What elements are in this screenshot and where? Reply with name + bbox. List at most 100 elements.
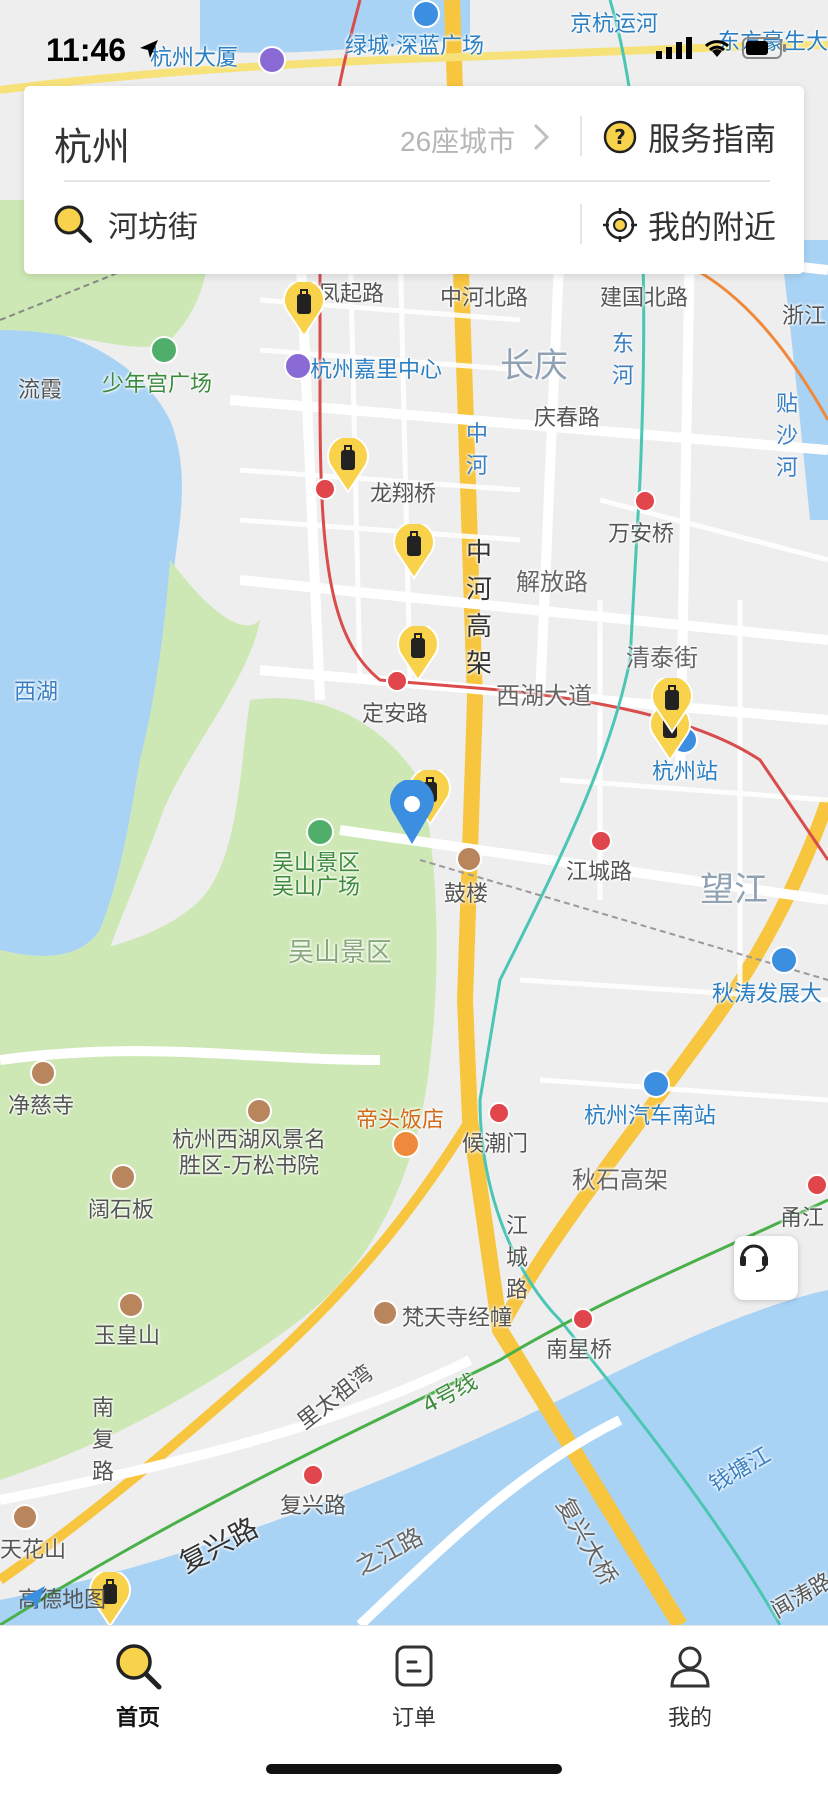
divider [580,116,582,156]
map-label: 南星桥 [546,1338,613,1363]
svg-text:?: ? [614,125,626,149]
landmark-icon [770,946,798,974]
map-label: 杭州汽车南站 [584,1104,717,1129]
wifi-icon [704,40,730,57]
map-label: 万安桥 [608,522,675,547]
map-label: 帝头饭店 [356,1108,445,1133]
map-label: 秋涛发展大 [712,982,823,1007]
tab-label: 我的 [667,1705,712,1730]
map-label: 定安路 [362,702,429,727]
map-label: 秋石高架 [572,1166,668,1194]
map-label: 贴沙河 [776,392,799,481]
map-label: 长庆 [500,346,568,386]
home-indicator[interactable] [266,1764,562,1774]
nearby-button[interactable]: 我的附近 [602,202,776,248]
map-label: 甬江 [780,1206,825,1231]
landmark-icon [118,1292,144,1318]
city-count[interactable]: 26座城市 [400,120,515,160]
tab-orders[interactable]: 订单 [334,1640,494,1732]
current-location-pin [390,780,434,844]
luggage-storage-pin[interactable] [392,524,436,580]
map-label: 复兴路 [280,1494,347,1519]
help-icon: ? [603,120,637,154]
landmark-icon [246,1098,272,1124]
search-icon [116,1644,162,1690]
map-label: 吴山景区 [288,938,393,968]
map-label: 浙江 [782,304,827,329]
map-label: 江城路 [506,1214,529,1303]
divider [580,204,582,244]
map-label: 玉皇山 [94,1324,161,1349]
map-label: 东河 [612,332,635,389]
map-label: 西湖大道 [496,682,592,710]
status-bar: 11:46 [0,28,828,68]
map-label: 龙翔桥 [370,482,437,507]
map-label: 少年宫广场 [102,372,213,397]
map-label: 梵天寺经幢 [402,1306,513,1331]
map-label: 流霞 [18,378,63,403]
customer-service-button[interactable] [734,1236,798,1300]
service-guide-button[interactable]: ? 服务指南 [602,114,776,160]
landmark-icon [372,1300,398,1326]
park-icon [306,818,334,846]
battery-icon [742,37,786,59]
map-label: 解放路 [516,568,588,596]
search-input[interactable]: 河坊街 [108,202,198,246]
metro-station-icon [634,490,656,512]
landmark-icon [12,1504,38,1530]
map-label: 南复路 [92,1396,115,1485]
metro-station-icon [488,1102,510,1124]
map-label: 鼓楼 [444,882,489,907]
map-label: 中河 [466,422,489,479]
map-label: 西湖 [14,680,59,705]
landmark-icon [412,0,440,28]
service-guide-label: 服务指南 [648,121,777,157]
tab-label: 订单 [391,1705,436,1730]
shopping-icon [284,352,312,380]
map-label: 中河高架 [466,538,493,679]
map-label: 凤起路 [318,282,385,307]
metro-station-icon [572,1308,594,1330]
map-label: 庆春路 [534,406,601,431]
amap-logo-icon [21,1586,45,1609]
luggage-storage-pin[interactable] [282,282,326,338]
nearby-label: 我的附近 [648,209,777,245]
metro-station-icon [590,830,612,852]
map-label: 清泰街 [626,644,698,672]
restaurant-icon [392,1130,420,1158]
map-attribution: 高德地图 [18,1582,106,1614]
map-label: 候潮门 [462,1132,529,1157]
map-label: 杭州嘉里中心 [310,358,443,383]
divider [64,180,770,182]
search-icon [54,205,92,243]
luggage-storage-pin[interactable] [396,626,440,682]
bus-station-icon [642,1070,670,1098]
tab-home[interactable]: 首页 [58,1640,218,1732]
luggage-storage-pin[interactable] [326,438,370,494]
luggage-storage-pin[interactable] [650,678,694,734]
map-label: 天花山 [0,1538,67,1563]
cellular-signal-icon [656,37,692,59]
order-icon [395,1645,433,1687]
map-label: 建国北路 [600,286,689,311]
metro-station-icon [806,1174,828,1196]
status-time: 11:46 [46,32,127,68]
landmark-icon [110,1164,136,1190]
search-bar[interactable]: 河坊街 [52,202,198,246]
tab-profile[interactable]: 我的 [610,1640,770,1732]
park-icon [150,336,178,364]
chevron-right-icon [533,123,550,151]
locate-icon [603,208,637,242]
temple-icon [30,1060,56,1086]
map-label: 中河北路 [440,286,529,311]
profile-icon [670,1646,710,1688]
map-label: 江城路 [566,860,633,885]
map-label: 望江 [700,870,768,910]
map-label: 吴山景区 吴山广场 [272,851,361,900]
landmark-icon [456,846,482,872]
location-arrow-icon [140,40,158,58]
city-selector[interactable]: 杭州 [54,116,130,171]
headset-icon [740,1244,768,1272]
tab-label: 首页 [115,1705,160,1730]
map-label: 杭州西湖风景名 胜区-万松书院 [172,1128,327,1179]
